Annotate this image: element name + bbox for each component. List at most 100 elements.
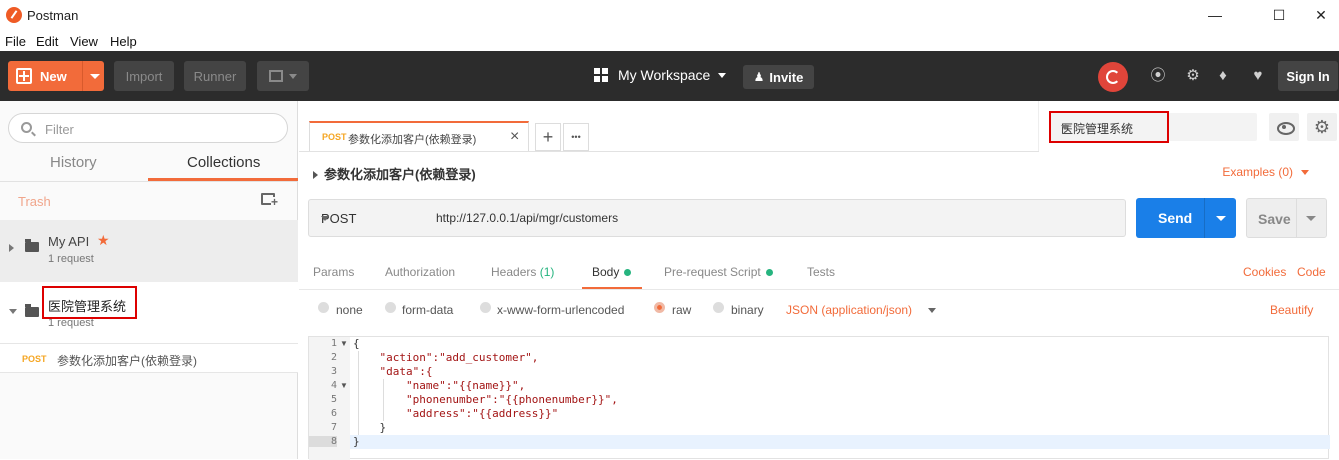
- code-line: }: [353, 435, 360, 448]
- menu-file[interactable]: File: [5, 34, 26, 49]
- line-number: 7: [330, 422, 337, 433]
- menu-edit[interactable]: Edit: [36, 34, 58, 49]
- content-type-select[interactable]: JSON (application/json): [786, 303, 912, 317]
- tab-params[interactable]: Params: [313, 265, 354, 279]
- code-link[interactable]: Code: [1297, 265, 1326, 279]
- request-tabs-divider: [299, 289, 1339, 290]
- maximize-button[interactable]: ☐: [1261, 4, 1297, 26]
- tab-history[interactable]: History: [50, 154, 97, 171]
- collection-my-api[interactable]: My API ★ 1 request: [0, 220, 298, 282]
- request-breadcrumb[interactable]: 参数化添加客户(依赖登录): [313, 164, 476, 183]
- url-input[interactable]: http://127.0.0.1/api/mgr/customers: [424, 199, 1126, 237]
- invite-label: Invite: [769, 69, 804, 85]
- tab-prerequest-script[interactable]: Pre-request Script: [664, 265, 773, 279]
- folder-icon: [25, 239, 39, 252]
- send-label: Send: [1158, 210, 1193, 226]
- method-caret-icon: [321, 216, 329, 221]
- method-select[interactable]: POST: [308, 199, 425, 237]
- body-label: Body: [592, 265, 620, 279]
- tab-options-button[interactable]: •••: [563, 123, 589, 151]
- radio-binary[interactable]: [713, 302, 724, 313]
- eye-icon[interactable]: [1269, 113, 1299, 141]
- expand-caret-icon[interactable]: [9, 244, 14, 252]
- new-collection-icon[interactable]: [261, 193, 279, 207]
- prerequest-dot-icon: [765, 269, 773, 277]
- heart-icon[interactable]: ♥: [1250, 68, 1266, 84]
- fold-icon[interactable]: ▼: [340, 339, 348, 348]
- sign-in-button[interactable]: Sign In: [1278, 61, 1338, 91]
- radio-none-label: none: [336, 303, 363, 317]
- window-title: Postman: [27, 8, 79, 23]
- request-tab[interactable]: POST 参数化添加客户(依赖登录) ×: [309, 121, 529, 151]
- wrench-icon[interactable]: ⚙: [1185, 68, 1201, 84]
- request-method: POST: [22, 354, 47, 364]
- line-number: 5: [330, 394, 337, 405]
- examples-label: Examples (0): [1222, 165, 1293, 179]
- send-caret-icon[interactable]: [1216, 216, 1226, 221]
- collapse-caret-icon[interactable]: [9, 309, 17, 314]
- radio-form-data[interactable]: [385, 302, 396, 313]
- code-line: "data":{: [353, 365, 433, 378]
- new-tab-button[interactable]: +: [535, 123, 561, 151]
- menu-view[interactable]: View: [70, 34, 98, 49]
- menu-bar: File Edit View Help: [0, 30, 1339, 51]
- tab-collections[interactable]: Collections: [187, 154, 260, 171]
- content-type-caret-icon[interactable]: [928, 308, 936, 313]
- request-tab-name: 参数化添加客户(依赖登录): [348, 134, 477, 146]
- save-caret-icon[interactable]: [1306, 216, 1316, 221]
- sync-icon[interactable]: [1098, 62, 1128, 92]
- filter-input[interactable]: Filter: [8, 113, 288, 143]
- code-line: "action":"add_customer",: [353, 351, 539, 364]
- new-window-icon: [269, 70, 283, 82]
- new-window-button[interactable]: [257, 61, 309, 91]
- line-number: 2: [330, 352, 337, 363]
- tab-body[interactable]: Body: [592, 265, 632, 279]
- radio-none[interactable]: [318, 302, 329, 313]
- main-panel: POST 参数化添加客户(依赖登录) × + ••• 医院管理系统 ⚙ 参数化添…: [299, 101, 1339, 460]
- new-button-divider: [82, 61, 83, 91]
- star-icon[interactable]: ★: [97, 232, 110, 249]
- code-line: {: [353, 337, 360, 350]
- request-item[interactable]: POST 参数化添加客户(依赖登录): [0, 343, 298, 373]
- sidebar: Filter History Collections Trash My API …: [0, 101, 298, 459]
- workspace-label: My Workspace: [618, 67, 711, 83]
- satellite-icon[interactable]: ⦿: [1150, 68, 1166, 84]
- fold-icon[interactable]: ▼: [340, 381, 348, 390]
- send-divider: [1204, 198, 1205, 238]
- runner-button[interactable]: Runner: [184, 61, 246, 91]
- headers-label: Headers: [491, 265, 537, 279]
- title-bar: Postman — ☐ ✕: [0, 0, 1339, 30]
- close-window-button[interactable]: ✕: [1303, 4, 1339, 26]
- cookies-link[interactable]: Cookies: [1243, 265, 1286, 279]
- plus-icon: [16, 68, 32, 84]
- new-button-label: New: [40, 69, 67, 84]
- line-number: 1: [330, 338, 337, 349]
- menu-help[interactable]: Help: [110, 34, 137, 49]
- bell-icon[interactable]: ♦: [1215, 68, 1231, 84]
- prerequest-label: Pre-request Script: [664, 265, 761, 279]
- tab-authorization[interactable]: Authorization: [385, 265, 455, 279]
- new-button[interactable]: New: [8, 61, 104, 91]
- close-tab-icon[interactable]: ×: [510, 128, 519, 146]
- tab-tests[interactable]: Tests: [807, 265, 835, 279]
- annotation-box: [1049, 111, 1169, 143]
- new-dropdown-caret-icon[interactable]: [90, 74, 100, 79]
- body-editor[interactable]: 1 ▼ { 2 "action":"add_customer", 3 "data…: [308, 336, 1330, 460]
- gear-icon[interactable]: ⚙: [1307, 113, 1337, 141]
- workspace-switcher[interactable]: My Workspace: [594, 67, 727, 83]
- minimize-button[interactable]: —: [1197, 4, 1233, 26]
- line-number: 3: [330, 366, 337, 377]
- tab-headers[interactable]: Headers (1): [491, 265, 554, 279]
- beautify-link[interactable]: Beautify: [1270, 303, 1313, 317]
- radio-urlencoded[interactable]: [480, 302, 491, 313]
- radio-raw[interactable]: [654, 302, 665, 313]
- headers-count: (1): [539, 265, 555, 279]
- radio-urlencoded-label: x-www-form-urlencoded: [497, 303, 625, 317]
- examples-caret-icon: [1301, 170, 1309, 176]
- examples-dropdown[interactable]: Examples (0): [1222, 165, 1309, 179]
- import-button[interactable]: Import: [114, 61, 174, 91]
- save-button[interactable]: Save: [1246, 198, 1327, 238]
- trash-link[interactable]: Trash: [18, 194, 51, 209]
- send-button[interactable]: Send: [1136, 198, 1236, 238]
- invite-button[interactable]: ♟ Invite: [743, 65, 814, 89]
